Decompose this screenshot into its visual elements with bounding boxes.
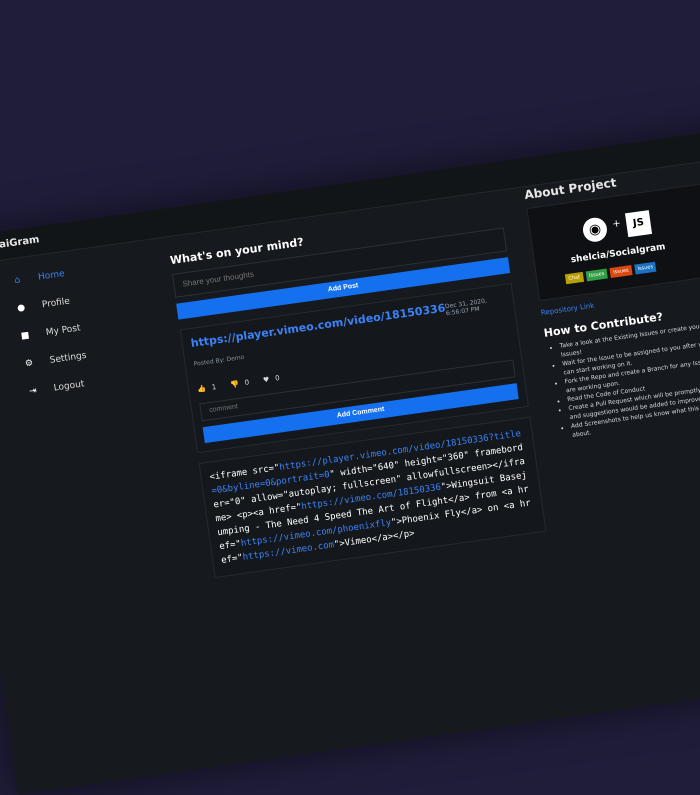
sidebar: ⌂ Home ● Profile ■ My Post ⚙ Settings ⇥ …	[5, 252, 163, 410]
sidebar-item-label: Home	[37, 269, 66, 283]
heart-icon: ♥	[262, 375, 270, 384]
about-panel: About Project ◉ + JS shelcia/Socialgram …	[523, 162, 700, 442]
badge: Chat	[564, 271, 584, 285]
like-count: 1	[211, 382, 217, 392]
thumbs-down-icon: 👎	[229, 379, 240, 389]
thumbs-up-icon: 👍	[196, 383, 207, 394]
heart-count: 0	[274, 373, 281, 383]
sidebar-item-label: Settings	[49, 350, 88, 366]
logout-icon: ⇥	[28, 386, 38, 398]
badge: Issues	[585, 268, 609, 282]
plus-icon: +	[611, 218, 622, 231]
project-banner: ◉ + JS shelcia/Socialgram Chat Issues Is…	[526, 181, 700, 302]
app-title: aiGram	[0, 234, 41, 251]
badge: Issues	[609, 265, 633, 278]
sidebar-item-label: Profile	[41, 296, 71, 311]
home-icon: ⌂	[13, 275, 21, 286]
heart-reaction[interactable]: ♥ 0	[262, 374, 280, 384]
user-icon: ●	[16, 302, 26, 314]
badge: Issues	[633, 261, 657, 275]
dislike-reaction[interactable]: 👎 0	[230, 378, 250, 389]
github-icon: ◉	[581, 216, 609, 244]
gear-icon: ⚙	[24, 358, 34, 370]
sidebar-item-label: Logout	[53, 379, 86, 394]
dislike-count: 0	[244, 377, 250, 387]
main-feed: What's on your mind? Add Post https://pl…	[168, 202, 547, 578]
javascript-icon: JS	[624, 210, 653, 238]
app-window: aiGram ⌂ Home ● Profile ■ My Post ⚙ Sett…	[0, 125, 700, 795]
post-date: Dec 31, 2020, 6:56:07 PM	[444, 297, 488, 317]
badge-row: Chat Issues Issues Issues	[564, 261, 657, 285]
sidebar-item-label: My Post	[45, 323, 82, 339]
contribute-section: How to Contribute? Take a look at the Ex…	[543, 300, 700, 441]
like-reaction[interactable]: 👍 1	[197, 383, 217, 394]
post-icon: ■	[20, 330, 31, 342]
